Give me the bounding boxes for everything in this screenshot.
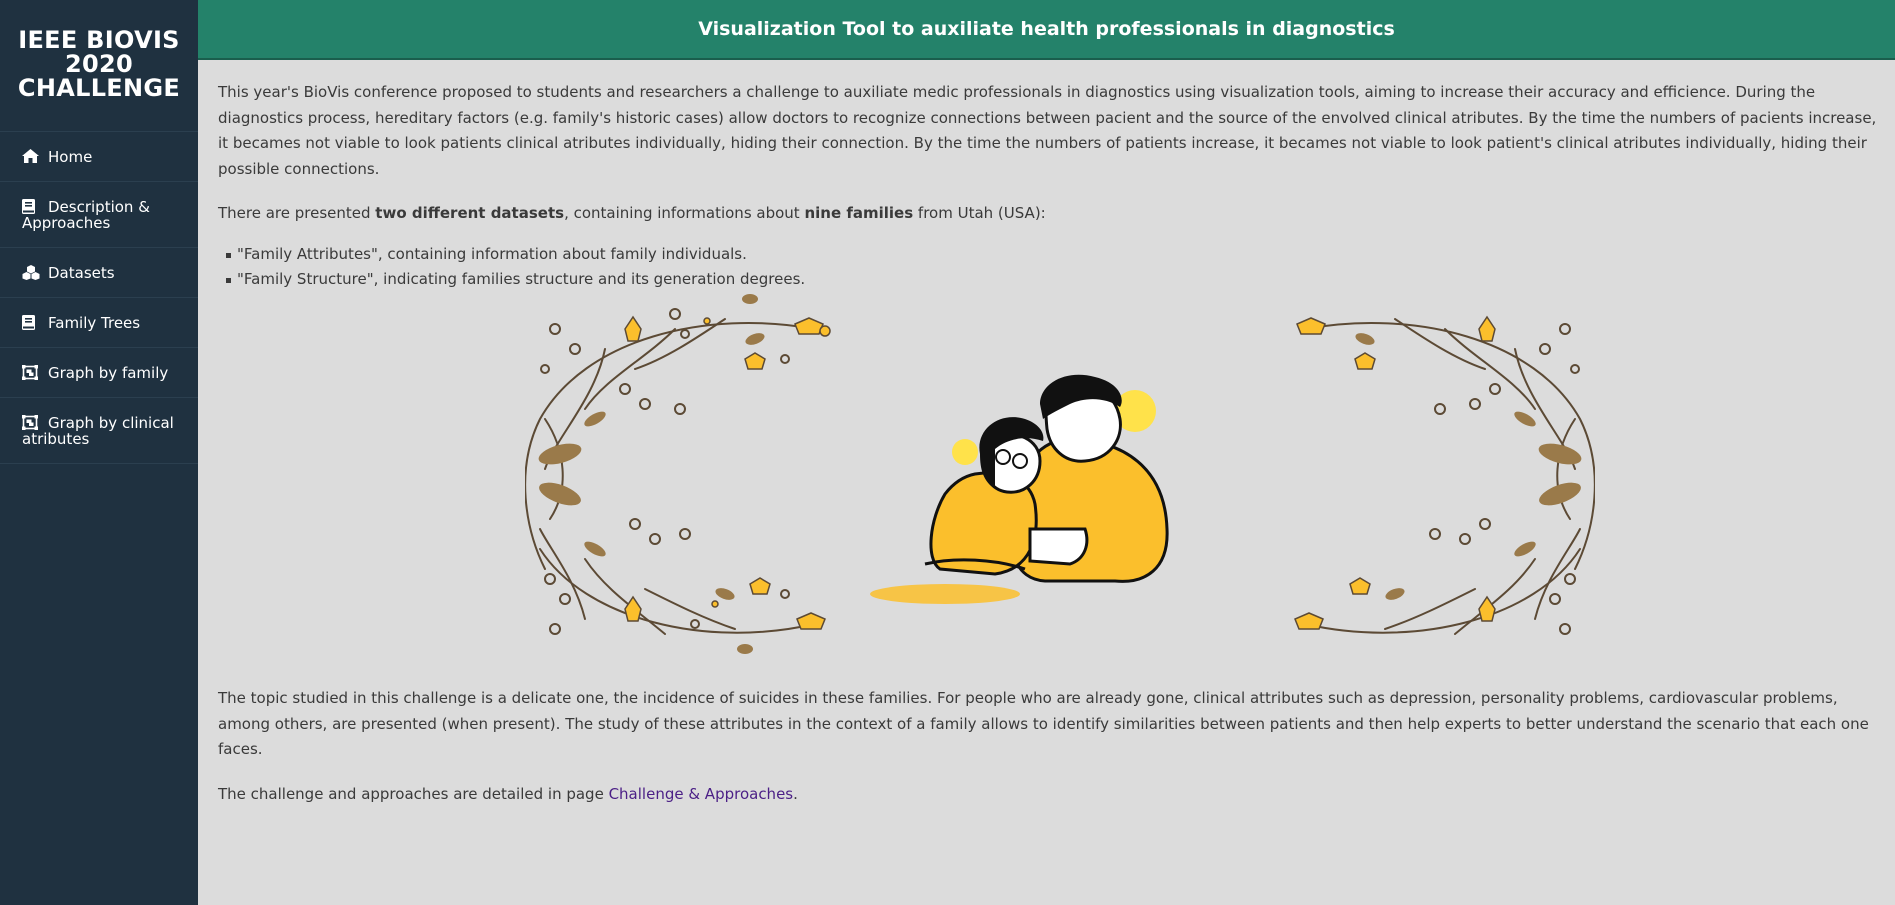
couple-illustration [870,374,1169,604]
brand-line-3: CHALLENGE [17,74,181,102]
families-highlight: nine families [804,204,914,222]
book-icon [22,199,40,215]
book-icon [22,315,40,331]
challenge-approaches-link[interactable]: Challenge & Approaches [609,785,794,803]
main-content: This year's BioVis conference proposed t… [218,80,1888,293]
sidebar-item-label: Datasets [48,264,115,282]
sidebar-item-graph-by-family[interactable]: Graph by family [0,348,198,398]
list-item: "Family Attributes", containing informat… [226,242,1888,268]
home-icon [22,149,40,165]
family-illustration [524,289,1596,664]
sidebar-item-label: Family Trees [48,314,141,332]
sidebar-item-home[interactable]: Home [0,132,198,182]
page-header: Visualization Tool to auxiliate health p… [198,0,1895,60]
object-group-icon [22,365,40,381]
main-content-lower: The topic studied in this challenge is a… [218,686,1888,826]
sidebar-item-label: Graph by family [48,364,169,382]
sidebar-item-label: Description & Approaches [22,198,150,232]
left-yellow-flowers [624,315,831,630]
sidebar: IEEE BIOVIS 2020 CHALLENGE Home Descript… [0,0,198,905]
left-floral-wreath [524,308,816,635]
brand-line-1: IEEE BIOVIS [18,26,180,54]
sidebar-item-description-approaches[interactable]: Description & Approaches [0,182,198,248]
sidebar-item-graph-by-clinical[interactable]: Graph by clinical atributes [0,398,198,464]
topic-paragraph: The topic studied in this challenge is a… [218,689,1869,758]
sidebar-item-datasets[interactable]: Datasets [0,248,198,298]
datasets-highlight: two different datasets [375,204,565,222]
brand-line-2: 2020 [65,50,133,78]
right-floral-wreath [1294,315,1596,635]
sidebar-item-label: Graph by clinical atributes [22,414,174,448]
sidebar-item-family-trees[interactable]: Family Trees [0,298,198,348]
object-group-icon [22,415,40,431]
page-title: Visualization Tool to auxiliate health p… [698,18,1395,40]
datasets-paragraph: There are presented two different datase… [218,204,1046,222]
datasets-list: "Family Attributes", containing informat… [226,242,1888,293]
cubes-icon [22,265,40,281]
brand-logo[interactable]: IEEE BIOVIS 2020 CHALLENGE [0,0,198,132]
approach-paragraph: The challenge and approaches are detaile… [218,784,798,803]
intro-paragraph: This year's BioVis conference proposed t… [218,83,1877,178]
sidebar-item-label: Home [48,148,93,166]
